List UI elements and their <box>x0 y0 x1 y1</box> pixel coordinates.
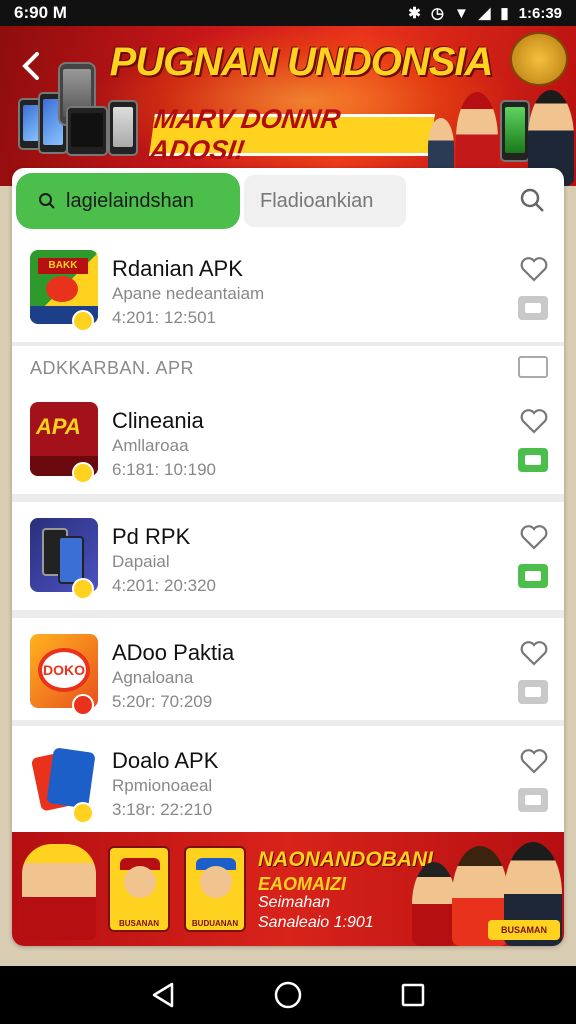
app-desc: Agnaloana <box>112 668 194 687</box>
badge-icon <box>72 802 94 824</box>
tab-inactive-label: Fladioankian <box>260 189 374 212</box>
app-name: Doalo APK <box>112 748 219 773</box>
promo-line2: Sanaleaio 1:901 <box>258 914 374 931</box>
section-label: ADKKARBAN. APR <box>30 358 195 378</box>
app-row[interactable]: BAKK Rdanian APK Apane nedeantaiam 4:201… <box>12 234 564 342</box>
download-button[interactable] <box>518 788 548 812</box>
app-row[interactable]: APA Clineania Amllaroaa 6:181: 10:190 <box>12 386 564 494</box>
app-meta: 4:201: 12:501 <box>112 308 216 327</box>
tabs-row: lagielaindshan Fladioankian <box>12 168 564 234</box>
app-icon-text: DOKO <box>38 648 90 692</box>
promo-tile-label: BUSANAN <box>119 919 159 928</box>
status-right-time: 1:6:39 <box>518 4 562 22</box>
signal-icon: ◢ <box>478 5 491 22</box>
nav-home-button[interactable] <box>268 975 308 1015</box>
promo-banner[interactable]: BUSANAN BUDUANAN NAONANDOBANI EAOMAIZI S… <box>12 832 564 946</box>
status-bar: 6:90 M ✱ ◷ ▼ ◢ ▮ 1:6:39 <box>0 0 576 26</box>
app-name: Rdanian APK <box>112 256 243 281</box>
square-recents-icon <box>402 983 425 1007</box>
download-icon <box>525 687 541 697</box>
tab-active[interactable]: lagielaindshan <box>16 173 240 229</box>
heart-icon[interactable] <box>520 256 548 282</box>
search-button[interactable] <box>514 182 550 218</box>
app-name: ADoo Paktia <box>112 640 235 665</box>
status-time: 6:90 M <box>14 3 67 22</box>
section-toggle-icon[interactable] <box>518 356 548 378</box>
download-icon <box>525 571 541 581</box>
badge-icon <box>72 578 94 600</box>
tab-active-label: lagielaindshan <box>66 189 194 212</box>
circle-home-icon <box>274 981 302 1009</box>
bluetooth-icon: ✱ <box>408 5 421 22</box>
promo-tile: BUSANAN <box>108 846 170 932</box>
heart-icon[interactable] <box>520 748 548 774</box>
heart-icon[interactable] <box>520 640 548 666</box>
status-icons: ✱ ◷ ▼ ◢ ▮ 1:6:39 <box>408 4 562 23</box>
promo-title: NAONANDOBANI <box>258 848 433 871</box>
battery-icon: ▮ <box>500 5 509 22</box>
search-icon <box>520 188 544 212</box>
app-meta: 3:18r: 22:210 <box>112 800 213 819</box>
cartoon-figure <box>22 844 96 940</box>
nav-recents-button[interactable] <box>393 975 433 1015</box>
chevron-left-icon <box>22 52 39 80</box>
phone-image <box>66 106 108 156</box>
app-icon-text: BAKK <box>38 258 88 274</box>
download-button[interactable] <box>518 564 548 588</box>
phone-image <box>108 100 138 156</box>
app-row[interactable]: Pd RPK Dapaial 4:201: 20:320 <box>12 502 564 610</box>
app-desc: Amllaroaa <box>112 436 189 455</box>
hero-title: PUGNAN UNDONSIA <box>109 40 494 84</box>
promo-tile: BUDUANAN <box>184 846 246 932</box>
divider <box>12 610 564 618</box>
promo-line1: Seimahan <box>258 894 331 911</box>
triangle-back-icon <box>152 982 173 1008</box>
phone-image <box>500 100 530 162</box>
hero-banner: PUGNAN UNDONSIA MARV DONNR ADOSI! <box>0 26 576 186</box>
back-button[interactable] <box>14 46 48 86</box>
nav-back-button[interactable] <box>143 975 183 1015</box>
hero-subtitle: MARV DONNR ADOSI! <box>148 104 435 165</box>
app-meta: 5:20r: 70:209 <box>112 692 213 711</box>
download-icon <box>525 303 541 313</box>
download-icon <box>525 795 541 805</box>
heart-icon[interactable] <box>520 524 548 550</box>
app-meta: 6:181: 10:190 <box>112 460 216 479</box>
cartoon-figure <box>412 862 456 946</box>
download-button[interactable] <box>518 296 548 320</box>
app-row[interactable]: DOKO ADoo Paktia Agnaloana 5:20r: 70:209 <box>12 618 564 726</box>
download-icon <box>525 455 541 465</box>
person-figure <box>428 118 454 174</box>
download-button[interactable] <box>518 448 548 472</box>
app-desc: Rpmionoaeal <box>112 776 213 795</box>
section-header: ADKKARBAN. APR <box>12 346 564 390</box>
app-row[interactable]: Doalo APK Rpmionoaeal 3:18r: 22:210 <box>12 726 564 834</box>
app-desc: Apane nedeantaiam <box>112 284 265 303</box>
promo-tile-label: BUSAMAN <box>488 920 560 940</box>
garuda-emblem-icon <box>510 32 568 86</box>
badge-icon <box>72 462 94 484</box>
promo-subtitle: EAOMAIZI <box>258 874 346 894</box>
divider <box>12 494 564 502</box>
alarm-icon: ◷ <box>430 5 444 22</box>
app-name: Pd RPK <box>112 524 191 549</box>
app-name: Clineania <box>112 408 204 433</box>
download-button[interactable] <box>518 680 548 704</box>
app-icon-text: APA <box>36 414 81 439</box>
search-icon <box>39 193 55 209</box>
heart-icon[interactable] <box>520 408 548 434</box>
app-desc: Dapaial <box>112 552 170 571</box>
promo-tile-label: BUDUANAN <box>191 919 239 928</box>
app-list-card: lagielaindshan Fladioankian BAKK Rdanian… <box>12 168 564 946</box>
badge-icon <box>72 694 94 716</box>
navigation-bar <box>0 966 576 1024</box>
tab-inactive[interactable]: Fladioankian <box>244 175 406 227</box>
badge-icon <box>72 310 94 332</box>
wifi-icon: ▼ <box>453 4 469 22</box>
app-meta: 4:201: 20:320 <box>112 576 216 595</box>
